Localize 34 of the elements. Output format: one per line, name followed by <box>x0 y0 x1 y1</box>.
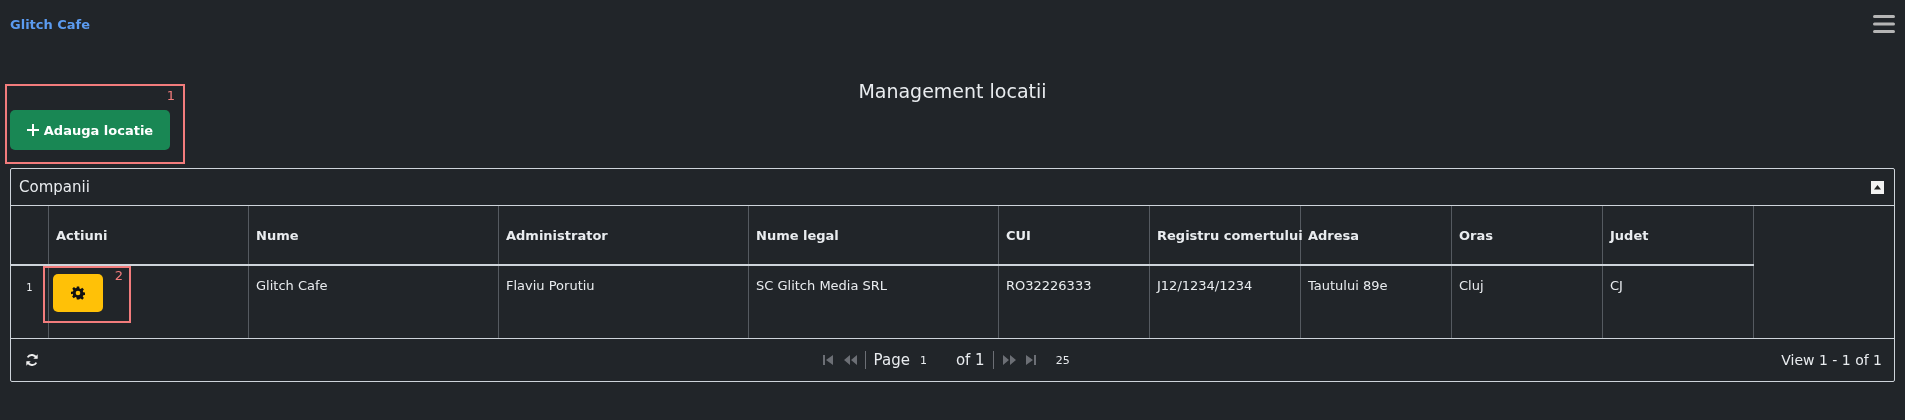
page-title: Management locatii <box>858 80 1047 102</box>
table-cell: Tautului 89e <box>1300 265 1452 338</box>
row-number: 1 <box>11 265 49 338</box>
page-count: of 1 <box>955 351 985 369</box>
settings-button[interactable] <box>53 274 103 312</box>
annotation-label: 1 <box>166 88 175 103</box>
page-input[interactable]: 1 <box>917 353 948 367</box>
column-header: Actiuni <box>48 206 249 265</box>
brand-link[interactable]: Glitch Cafe <box>10 16 91 32</box>
refresh-icon[interactable] <box>25 353 39 367</box>
table-cell: CJ <box>1602 265 1754 338</box>
gear-icon <box>71 286 85 300</box>
column-header: Nume legal <box>748 206 999 265</box>
column-header: Administrator <box>498 206 749 265</box>
page-size-select[interactable]: 25 <box>1055 353 1070 367</box>
plus-icon <box>26 124 39 136</box>
table-cell: Glitch Cafe <box>248 265 499 338</box>
table-cell: RO32226333 <box>998 265 1150 338</box>
column-header: Judet <box>1602 206 1754 265</box>
table-cell: SC Glitch Media SRL <box>748 265 999 338</box>
column-header: CUI <box>998 206 1150 265</box>
table-cell: Flaviu Porutiu <box>498 265 749 338</box>
page-label: Page <box>873 351 910 369</box>
table-cell: J12/1234/1234 <box>1149 265 1301 338</box>
column-header: Oras <box>1451 206 1603 265</box>
add-location-button[interactable]: Adauga locatie <box>10 110 170 150</box>
collapse-icon[interactable] <box>1871 180 1884 194</box>
table-cell: Cluj <box>1451 265 1603 338</box>
menu-icon[interactable] <box>1873 15 1895 33</box>
panel-title: Companii <box>19 178 90 196</box>
column-header: Nume <box>248 206 499 265</box>
column-header: Registru comertului <box>1149 206 1301 265</box>
annotation-label: 2 <box>114 268 123 283</box>
record-count: View 1 - 1 of 1 <box>1781 352 1882 368</box>
